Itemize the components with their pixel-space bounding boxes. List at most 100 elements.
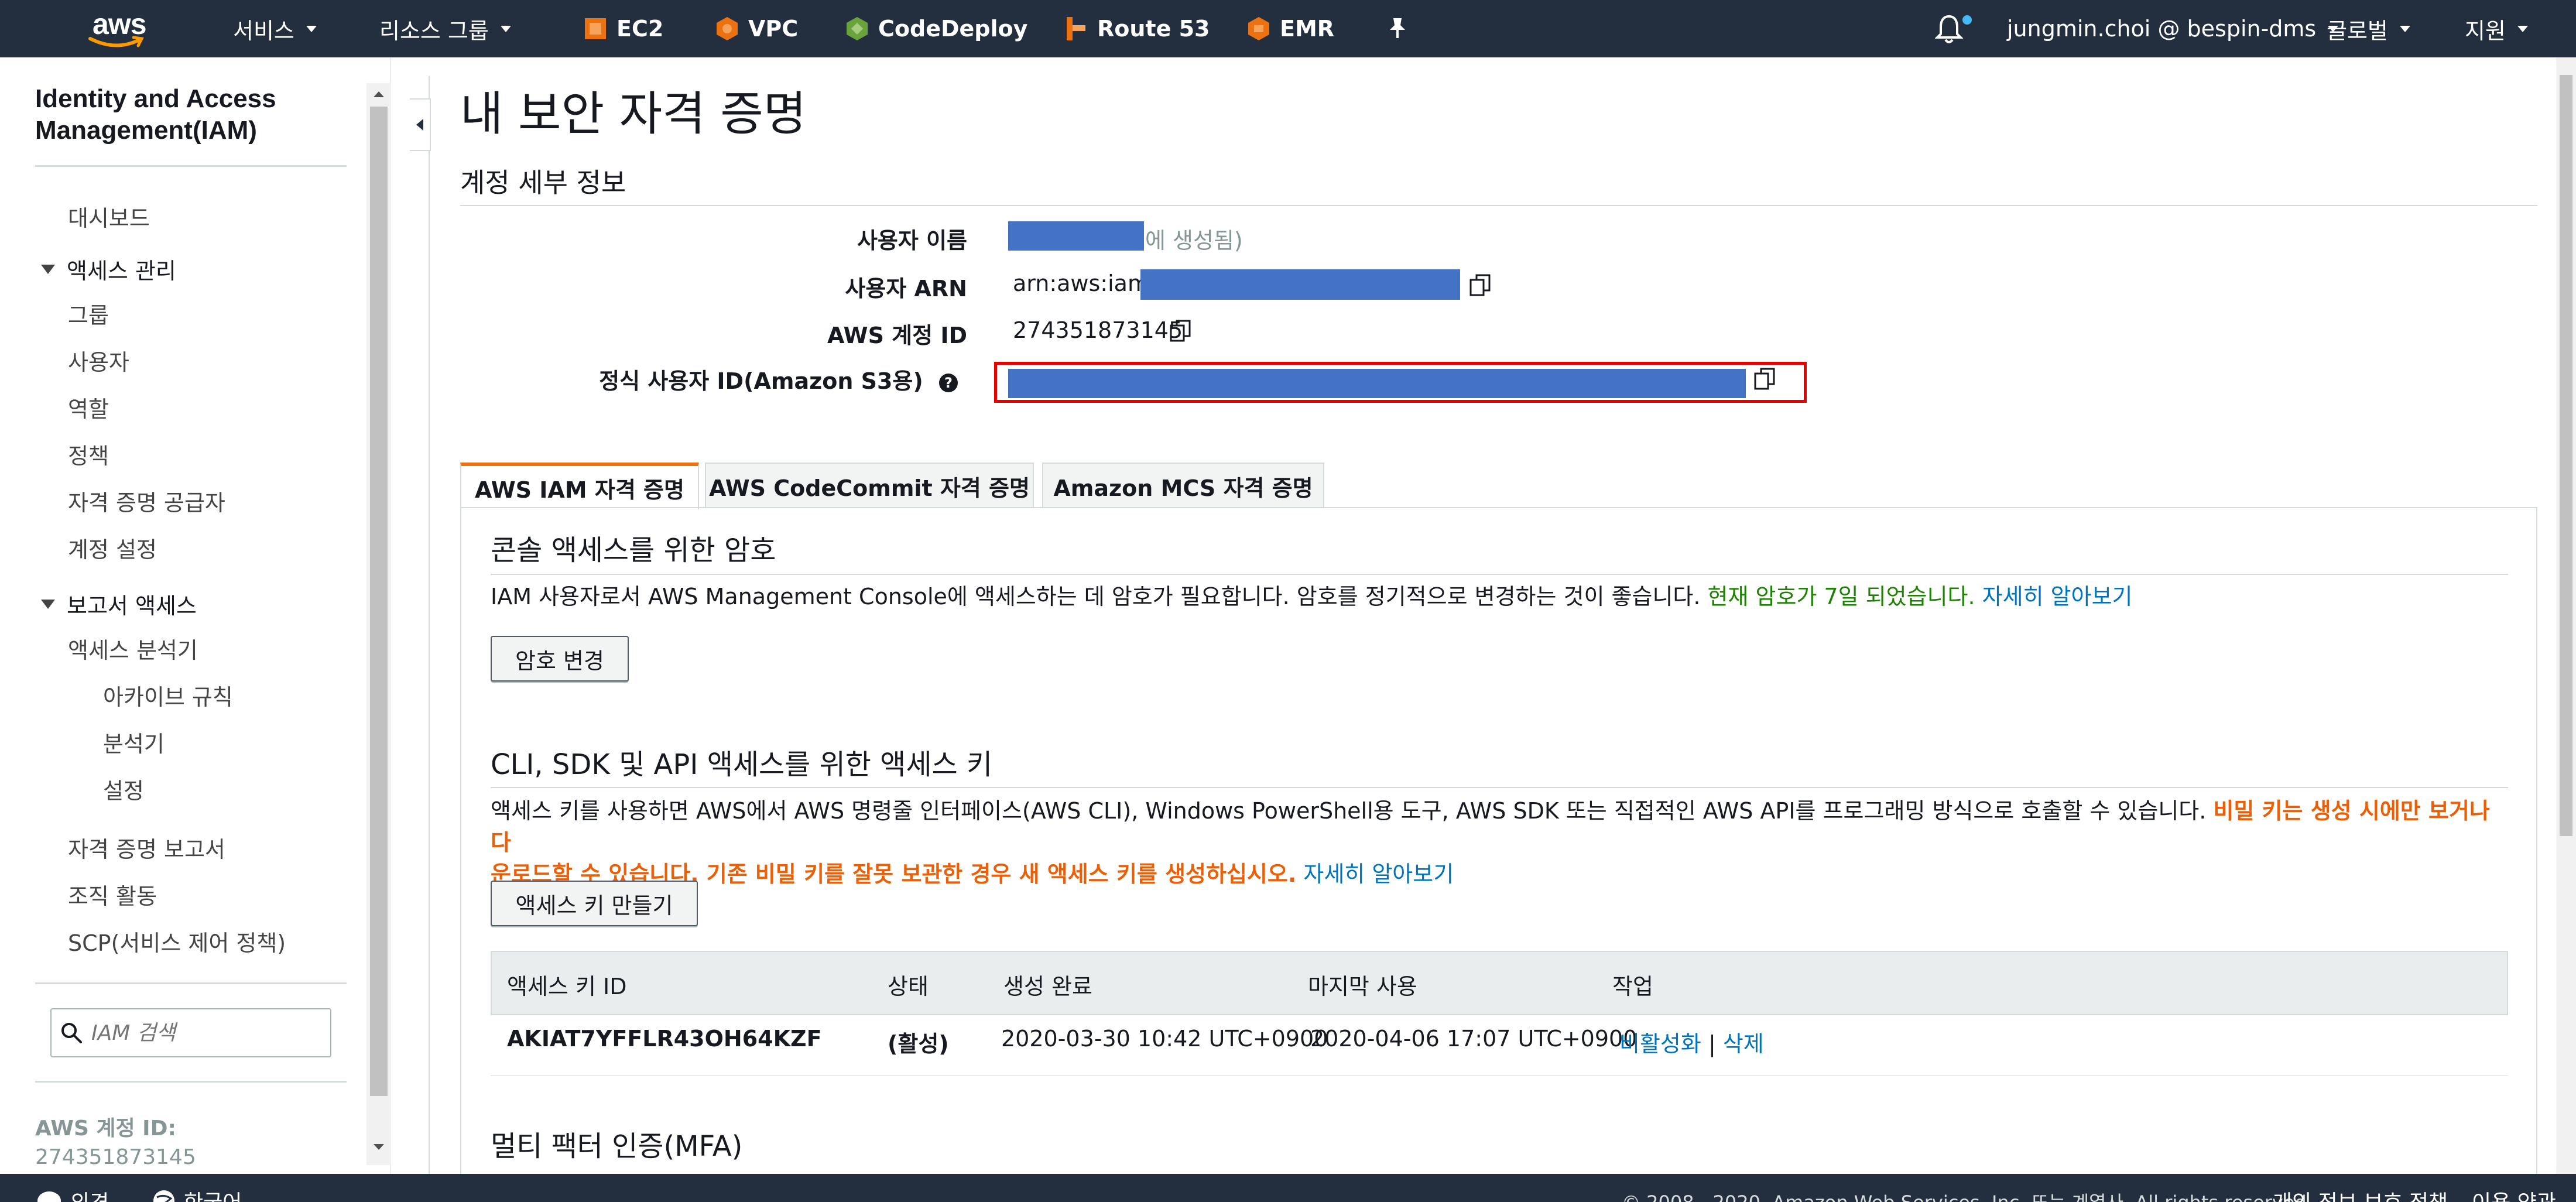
- account-details-heading: 계정 세부 정보: [460, 167, 626, 198]
- access-keys-text: 액세스 키를 사용하면 AWS에서 AWS 명령줄 인터페이스(AWS CLI)…: [491, 798, 2207, 824]
- shortcut-label: CodeDeploy: [878, 16, 1028, 42]
- section-divider: [491, 574, 2508, 575]
- account-id-value: 274351873145: [35, 1145, 196, 1169]
- table-row-divider: [491, 1075, 2508, 1076]
- sidebar-item-analyzers[interactable]: 분석기: [103, 726, 165, 758]
- column-status[interactable]: 상태: [888, 968, 929, 1001]
- shortcut-vpc[interactable]: VPC: [714, 0, 798, 57]
- sidebar-item-analyzer-settings[interactable]: 설정: [103, 773, 144, 805]
- column-last-used[interactable]: 마지막 사용: [1308, 968, 1417, 1001]
- sidebar-section-access-management[interactable]: 액세스 관리: [41, 253, 176, 285]
- sidebar-item-access-analyzer[interactable]: 액세스 분석기: [68, 632, 198, 665]
- caret-down-icon: [41, 599, 55, 609]
- account-label: jungmin.choi @ bespin-dms: [2007, 16, 2317, 42]
- redacted-canonical-id: [1008, 369, 1746, 398]
- sidebar-scroll-thumb[interactable]: [370, 107, 388, 1096]
- account-menu[interactable]: jungmin.choi @ bespin-dms: [2007, 0, 2339, 57]
- sidebar-divider: [35, 165, 347, 167]
- top-navigation: aws 서비스 리소스 그룹 EC2 VPC CodeDeploy Route …: [0, 0, 2576, 57]
- sidebar-item-scp[interactable]: SCP(서비스 제어 정책): [68, 925, 286, 957]
- privacy-policy-link[interactable]: 개인 정보 보호 정책: [2273, 1186, 2448, 1202]
- language-selector[interactable]: 한국어: [152, 1186, 242, 1202]
- access-key-last-used: 2020-04-06 17:07 UTC+0900: [1310, 1026, 1638, 1052]
- sidebar-item-credential-report[interactable]: 자격 증명 보고서: [68, 831, 225, 864]
- create-access-key-button[interactable]: 액세스 키 만들기: [491, 881, 698, 926]
- sidebar-item-policies[interactable]: 정책: [68, 438, 109, 470]
- tab-label: Amazon MCS 자격 증명: [1053, 475, 1313, 501]
- shortcut-emr[interactable]: EMR: [1246, 0, 1334, 57]
- password-description: IAM 사용자로서 AWS Management Console에 액세스하는 …: [491, 581, 2133, 612]
- tab-iam-credentials[interactable]: AWS IAM 자격 증명: [460, 463, 699, 509]
- chevron-down-icon: [2517, 25, 2528, 32]
- shortcut-codedeploy[interactable]: CodeDeploy: [844, 0, 1027, 57]
- column-created[interactable]: 생성 완료: [1003, 968, 1092, 1001]
- chevron-left-icon: [416, 119, 423, 131]
- sidebar-item-groups[interactable]: 그룹: [68, 297, 109, 330]
- arn-label: 사용자 ARN: [845, 276, 967, 302]
- copy-icon[interactable]: [1169, 319, 1194, 344]
- mfa-heading: 멀티 팩터 인증(MFA): [491, 1130, 743, 1163]
- shortcut-label: VPC: [748, 16, 799, 42]
- iam-search-input[interactable]: [91, 1020, 314, 1045]
- shortcut-ec2[interactable]: EC2: [583, 0, 663, 57]
- region-label: 글로벌: [2327, 18, 2388, 44]
- sidebar-item-archive-rules[interactable]: 아카이브 규칙: [103, 679, 233, 711]
- column-access-key-id[interactable]: 액세스 키 ID: [507, 968, 626, 1001]
- sidebar: Identity and Access Management(IAM) 대시보드…: [0, 57, 391, 1174]
- bell-icon[interactable]: [1935, 14, 1963, 44]
- shortcut-label: EMR: [1280, 16, 1335, 42]
- resource-groups-menu[interactable]: 리소스 그룹: [379, 0, 511, 57]
- sidebar-item-roles[interactable]: 역할: [68, 391, 109, 423]
- delete-link[interactable]: 삭제: [1723, 1031, 1764, 1057]
- sidebar-item-account-settings[interactable]: 계정 설정: [68, 532, 157, 564]
- change-password-button[interactable]: 암호 변경: [491, 636, 629, 682]
- terms-link[interactable]: 이용 약관: [2472, 1186, 2556, 1202]
- sidebar-item-dashboard[interactable]: 대시보드: [68, 200, 150, 232]
- copy-icon[interactable]: [1468, 273, 1494, 299]
- scroll-down-icon[interactable]: [374, 1144, 384, 1150]
- deactivate-link[interactable]: 비활성화: [1619, 1031, 1701, 1057]
- access-key-status: (활성): [888, 1031, 949, 1057]
- column-actions: 작업: [1612, 974, 1653, 999]
- shortcut-route53[interactable]: Route 53: [1063, 0, 1210, 57]
- vpc-icon: [717, 17, 738, 40]
- page-title: 내 보안 자격 증명: [460, 87, 807, 141]
- page-scrollbar[interactable]: [2556, 57, 2576, 1174]
- tab-codecommit-credentials[interactable]: AWS CodeCommit 자격 증명: [705, 463, 1034, 508]
- copyright-text: © 2008 - 2020, Amazon Web Services, Inc.…: [1622, 1188, 2313, 1202]
- sidebar-divider: [35, 1081, 347, 1083]
- copy-icon[interactable]: [1753, 367, 1779, 392]
- search-icon: [61, 1023, 82, 1043]
- page-scroll-thumb[interactable]: [2560, 75, 2572, 836]
- support-label: 지원: [2465, 18, 2506, 44]
- chevron-down-icon: [2399, 25, 2410, 32]
- password-learn-more-link[interactable]: 자세히 알아보기: [1982, 584, 2133, 609]
- sidebar-item-users[interactable]: 사용자: [68, 344, 129, 376]
- aws-logo[interactable]: aws: [88, 5, 158, 53]
- collapse-sidebar-button[interactable]: [410, 98, 431, 151]
- access-keys-learn-more-link[interactable]: 자세히 알아보기: [1303, 861, 1454, 887]
- sidebar-section-access-reports[interactable]: 보고서 액세스: [41, 588, 197, 620]
- services-menu[interactable]: 서비스: [233, 0, 317, 57]
- globe-icon: [153, 1190, 174, 1202]
- iam-search-box[interactable]: [50, 1008, 331, 1057]
- username-label: 사용자 이름: [857, 228, 967, 254]
- sidebar-scrollbar[interactable]: [366, 83, 391, 1165]
- feedback-link[interactable]: 의견: [36, 1186, 109, 1202]
- region-menu[interactable]: 글로벌: [2327, 0, 2410, 57]
- footer: 의견 한국어 © 2008 - 2020, Amazon Web Service…: [0, 1174, 2576, 1202]
- help-icon[interactable]: ?: [939, 373, 958, 392]
- sidebar-title[interactable]: Identity and Access Management(IAM): [35, 83, 340, 146]
- sidebar-section-label: 액세스 관리: [67, 258, 176, 284]
- password-heading: 콘솔 액세스를 위한 암호: [491, 534, 776, 567]
- sidebar-item-organization-activity[interactable]: 조직 활동: [68, 878, 157, 910]
- tab-mcs-credentials[interactable]: Amazon MCS 자격 증명: [1042, 463, 1324, 508]
- pin-shortcuts-button[interactable]: [1388, 0, 1407, 57]
- sidebar-item-identity-providers[interactable]: 자격 증명 공급자: [68, 485, 225, 517]
- content-divider: [429, 76, 430, 1174]
- access-keys-description: 액세스 키를 사용하면 AWS에서 AWS 명령줄 인터페이스(AWS CLI)…: [491, 795, 2505, 890]
- support-menu[interactable]: 지원: [2465, 0, 2528, 57]
- feedback-label: 의견: [70, 1186, 109, 1202]
- access-keys-table-header: [491, 951, 2508, 1015]
- scroll-up-icon[interactable]: [374, 91, 384, 97]
